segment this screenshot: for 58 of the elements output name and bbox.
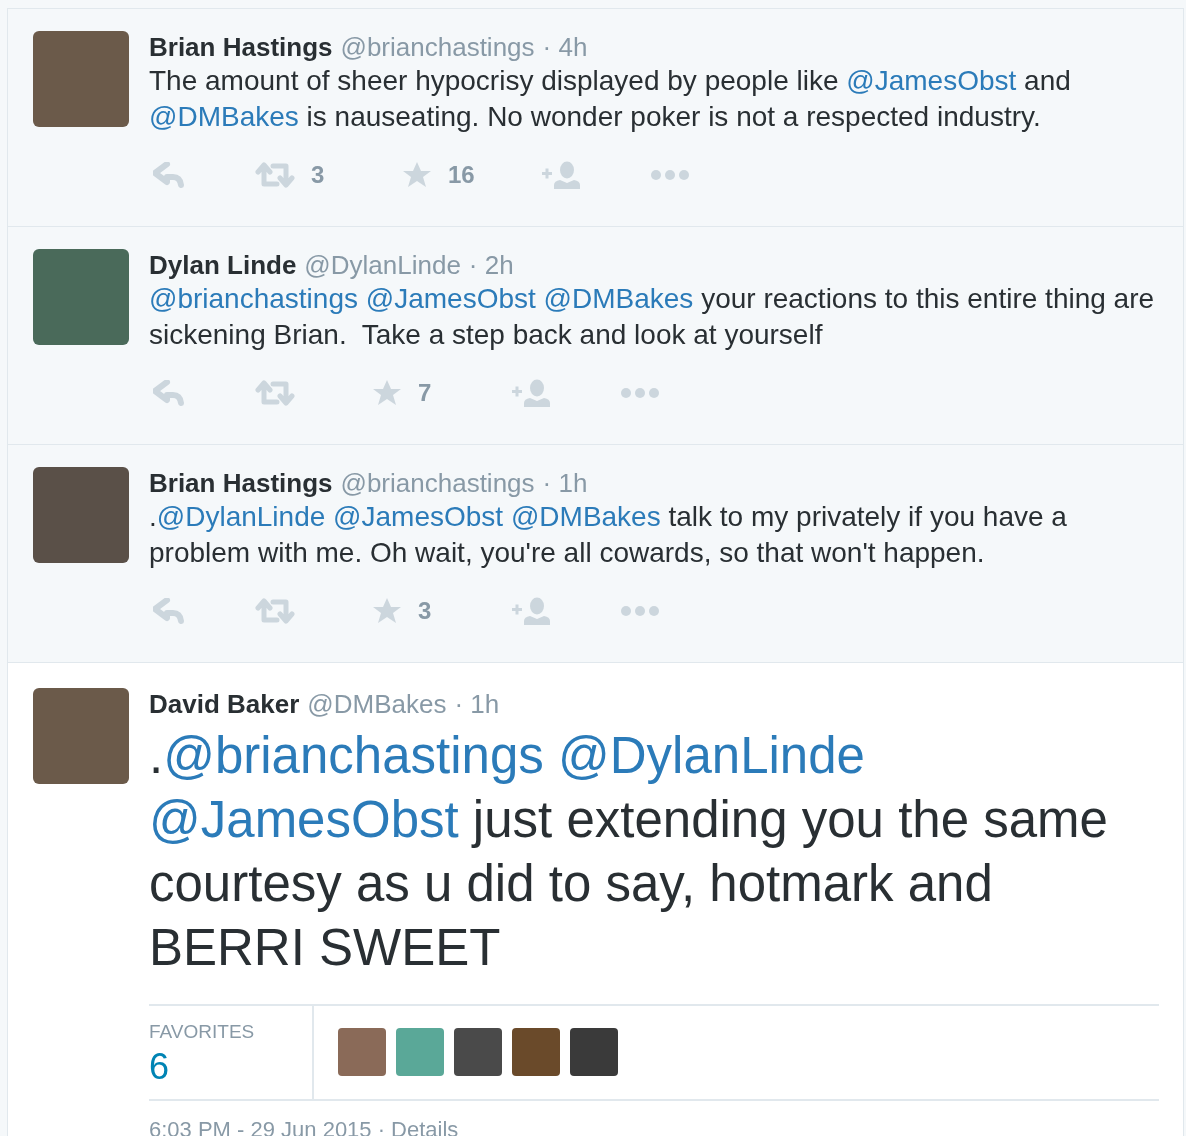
reply-icon[interactable] (153, 598, 187, 624)
tweet-time[interactable]: · 4h (542, 31, 588, 63)
favorites-count[interactable]: 6 (149, 1046, 312, 1087)
retweet-icon[interactable] (255, 380, 295, 406)
details-link[interactable]: Details (391, 1112, 459, 1136)
follow-user-icon[interactable] (542, 161, 582, 189)
favorite-count: 16 (448, 160, 475, 190)
avatar-photo[interactable] (33, 249, 129, 345)
star-icon[interactable] (372, 379, 402, 407)
user-handle[interactable]: @DMBakes (307, 688, 447, 720)
mention-link[interactable]: @DylanLinde (156, 501, 326, 532)
user-name[interactable]: David Baker (149, 688, 300, 720)
avatar-photo[interactable] (33, 467, 129, 563)
more-icon[interactable] (650, 169, 690, 181)
avatar-photo[interactable] (33, 688, 129, 784)
mention-link[interactable]: @DylanLinde (558, 727, 865, 784)
user-name[interactable]: Brian Hastings (149, 467, 333, 499)
mention-link[interactable]: @brianchastings (163, 727, 544, 784)
tweet-text: The amount of sheer hypocrisy displayed by people like @JamesObst and @DMBakes is nauseating. No wonder poker is not a respected industry. (149, 64, 1072, 134)
more-icon[interactable] (620, 605, 660, 617)
tweet-timestamp[interactable]: 6:03 PM - 29 Jun 2015 · (149, 1112, 386, 1136)
avatar-photo[interactable] (33, 31, 129, 127)
favoriter-avatar[interactable] (454, 1028, 502, 1077)
favoriter-avatar[interactable] (512, 1028, 560, 1077)
favorite-count: 7 (418, 378, 432, 408)
mention-link[interactable]: @JamesObst (149, 791, 459, 848)
mention-link[interactable]: @JamesObst (365, 283, 536, 314)
reply-icon[interactable] (153, 162, 187, 188)
tweet-time[interactable]: · 1h (454, 688, 500, 720)
retweet-count: 3 (311, 160, 325, 190)
mention-link[interactable]: @brianchastings (149, 283, 358, 314)
mention-link[interactable]: @DMBakes (149, 101, 299, 132)
tweet-time[interactable]: · 1h (542, 467, 588, 499)
user-handle[interactable]: @brianchastings (340, 31, 535, 63)
user-handle[interactable]: @DylanLinde (304, 249, 461, 281)
favoriter-avatar[interactable] (570, 1028, 618, 1077)
mention-link[interactable]: @DMBakes (543, 283, 694, 314)
mention-link[interactable]: @DMBakes (510, 501, 661, 532)
tweet-text: .@DylanLinde @JamesObst @DMBakes talk to my privately if you have a problem with me. Oh wait, you're all cowards, so that won't happen. (149, 500, 1068, 570)
star-icon[interactable] (372, 597, 402, 625)
follow-user-icon[interactable] (512, 597, 552, 625)
tweet-text: @brianchastings @JamesObst @DMBakes your reactions to this entire thing are sickening Brian. Take a step back and look at yourself (149, 282, 1156, 352)
favoriter-avatar[interactable] (338, 1028, 386, 1077)
favorite-count: 3 (418, 596, 432, 626)
user-name[interactable]: Brian Hastings (149, 31, 333, 63)
follow-user-icon[interactable] (512, 379, 552, 407)
reply-icon[interactable] (153, 380, 187, 406)
retweet-icon[interactable] (255, 162, 295, 188)
mention-link[interactable]: @JamesObst (333, 501, 504, 532)
mention-link[interactable]: @JamesObst (846, 65, 1017, 96)
tweet-time[interactable]: · 2h (468, 249, 514, 281)
star-icon[interactable] (402, 161, 432, 189)
favorites-label: FAVORITES (149, 1020, 256, 1044)
user-handle[interactable]: @brianchastings (340, 467, 535, 499)
tweet-text: .@brianchastings @DylanLinde @JamesObst just extending you the same courtesy as u did to say, hotmark and BERRI SWEET (149, 726, 1109, 978)
user-name[interactable]: Dylan Linde (149, 249, 297, 281)
more-icon[interactable] (620, 387, 660, 399)
retweet-icon[interactable] (255, 598, 295, 624)
